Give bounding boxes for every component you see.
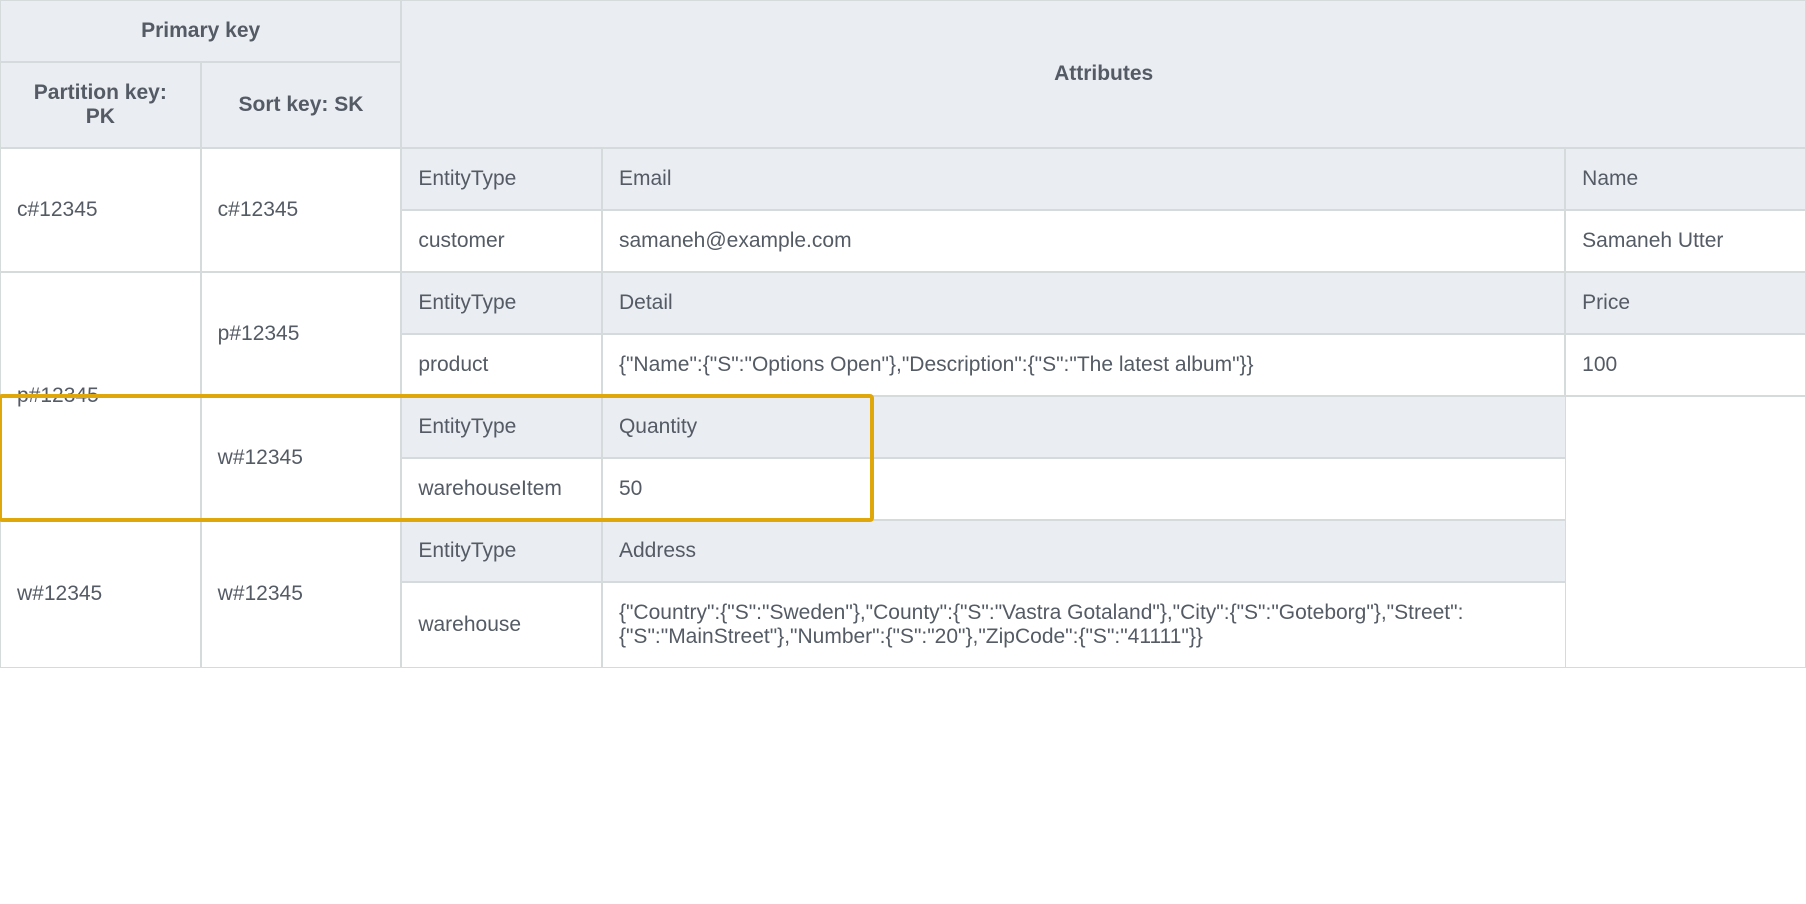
table-row: w#12345 EntityType Quantity — [0, 396, 1806, 458]
attr-label-entitytype: EntityType — [401, 148, 602, 210]
cell-pk: p#12345 — [0, 272, 201, 520]
table-row: w#12345 w#12345 EntityType Address — [0, 520, 1806, 582]
cell-name: Samaneh Utter — [1565, 210, 1806, 272]
cell-entitytype: customer — [401, 210, 602, 272]
cell-empty — [1565, 396, 1806, 668]
cell-pk: c#12345 — [0, 148, 201, 272]
attr-label-entitytype: EntityType — [401, 396, 602, 458]
attr-label-entitytype: EntityType — [401, 272, 602, 334]
attr-label-quantity: Quantity — [602, 396, 1565, 458]
cell-sk: w#12345 — [201, 520, 402, 668]
header-primary-key: Primary key — [0, 0, 401, 62]
cell-quantity: 50 — [602, 458, 1565, 520]
cell-sk: p#12345 — [201, 272, 402, 396]
table-row: c#12345 c#12345 EntityType Email Name — [0, 148, 1806, 210]
cell-address: {"Country":{"S":"Sweden"},"County":{"S":… — [602, 582, 1565, 668]
attr-label-address: Address — [602, 520, 1565, 582]
attr-label-entitytype: EntityType — [401, 520, 602, 582]
cell-entitytype: product — [401, 334, 602, 396]
cell-entitytype: warehouseItem — [401, 458, 602, 520]
table-wrapper: Primary key Attributes Partition key: PK… — [0, 0, 1806, 668]
cell-email: samaneh@example.com — [602, 210, 1565, 272]
attr-label-name: Name — [1565, 148, 1806, 210]
cell-sk: w#12345 — [201, 396, 402, 520]
table-row: p#12345 p#12345 EntityType Detail Price — [0, 272, 1806, 334]
cell-sk: c#12345 — [201, 148, 402, 272]
attr-label-price: Price — [1565, 272, 1806, 334]
attr-label-detail: Detail — [602, 272, 1565, 334]
header-attributes: Attributes — [401, 0, 1806, 148]
cell-entitytype: warehouse — [401, 582, 602, 668]
cell-detail: {"Name":{"S":"Options Open"},"Descriptio… — [602, 334, 1565, 396]
header-sort-key: Sort key: SK — [201, 62, 402, 148]
cell-price: 100 — [1565, 334, 1806, 396]
attr-label-email: Email — [602, 148, 1565, 210]
data-model-table: Primary key Attributes Partition key: PK… — [0, 0, 1806, 668]
header-row-1: Primary key Attributes — [0, 0, 1806, 62]
cell-pk: w#12345 — [0, 520, 201, 668]
header-partition-key: Partition key: PK — [0, 62, 201, 148]
